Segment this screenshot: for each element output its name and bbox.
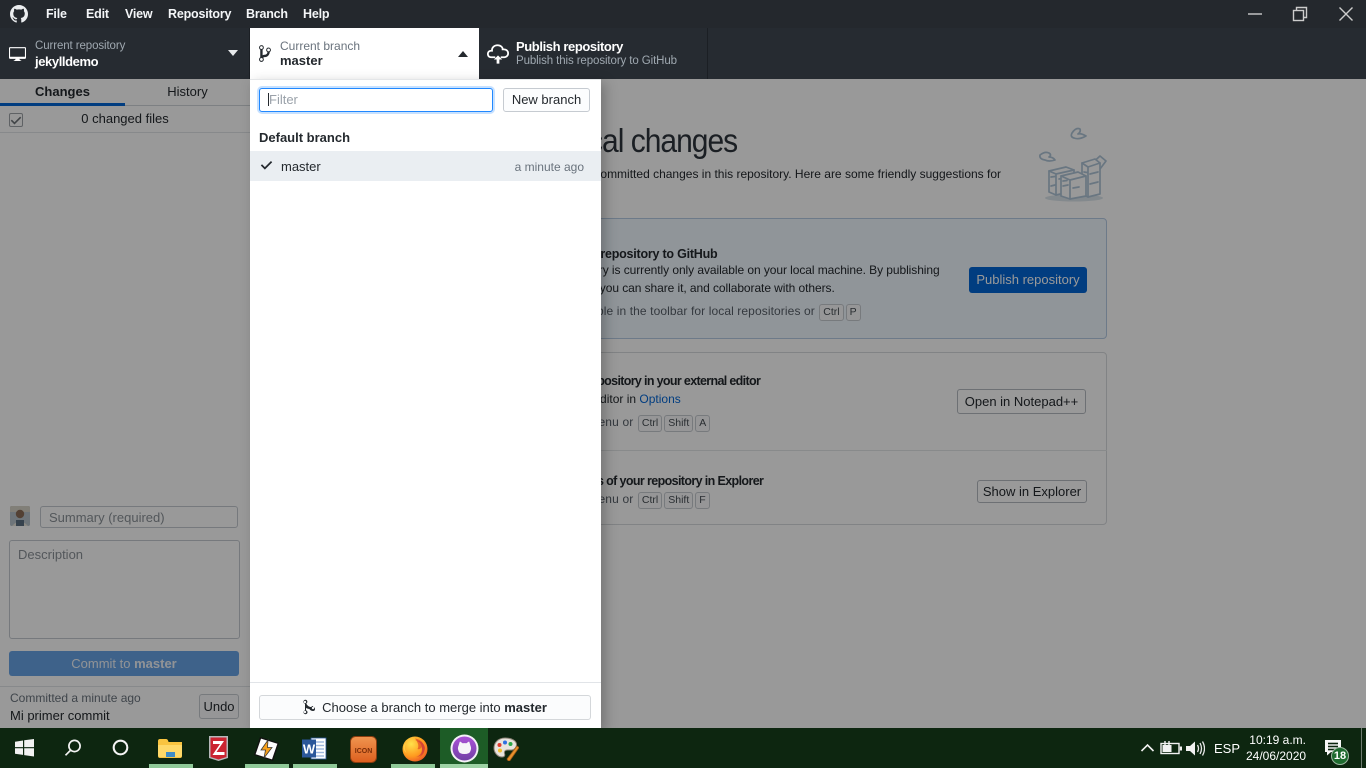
svg-text:ICON: ICON [355,748,373,755]
svg-text:W: W [303,742,316,757]
